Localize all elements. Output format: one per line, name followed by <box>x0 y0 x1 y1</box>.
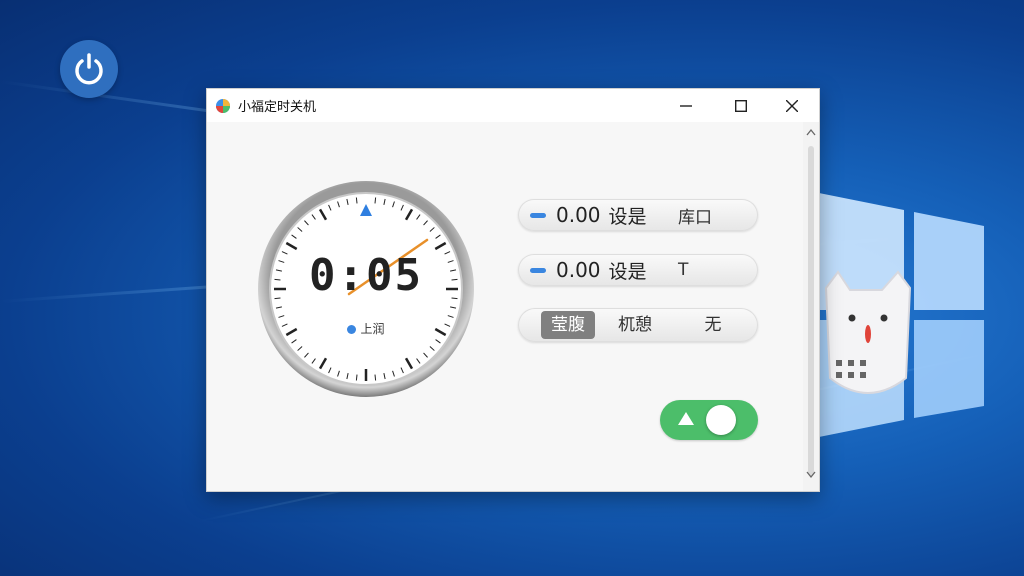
start-toggle-switch[interactable] <box>660 400 758 440</box>
row2-value: 0.00 <box>556 258 601 282</box>
maximize-icon <box>735 99 747 112</box>
clock-tick <box>374 197 377 204</box>
minimize-button[interactable] <box>663 89 709 122</box>
row2-label: 设是 <box>608 260 647 283</box>
maximize-button[interactable] <box>718 89 764 122</box>
close-button[interactable] <box>769 89 815 122</box>
clock-mode: 上润 <box>257 320 475 337</box>
scroll-thumb[interactable] <box>808 146 814 476</box>
row1-indicator-icon <box>530 212 546 218</box>
vertical-scrollbar[interactable] <box>803 122 819 491</box>
power-timer-desktop-icon[interactable] <box>60 40 118 98</box>
row1-label: 设是 <box>608 205 647 228</box>
segment-option-3[interactable]: 无 <box>686 311 740 339</box>
setting-row-2[interactable]: 0.00 设是 T <box>518 254 758 286</box>
app-logo-icon <box>216 98 230 113</box>
window-title: 小福定时关机 <box>238 100 317 115</box>
digital-time: 0:05 <box>309 250 423 301</box>
power-icon <box>75 53 103 85</box>
close-icon <box>786 99 798 112</box>
row1-value: 0.00 <box>556 203 601 227</box>
segment-option-1[interactable]: 莹腹 <box>541 311 595 339</box>
clock-tick <box>355 374 358 381</box>
scroll-down-icon[interactable] <box>803 467 819 483</box>
segment-option-2[interactable]: 杌憩 <box>608 311 662 339</box>
play-up-icon <box>678 412 694 425</box>
clock-dial: 0:05 上润 <box>257 180 475 398</box>
toggle-knob <box>706 405 736 435</box>
app-window: 小福定时关机 0:05 上润 0.00 设是 库口 0.00 设是 T 莹腹 杌… <box>206 88 820 492</box>
row2-indicator-icon <box>530 267 546 273</box>
clock-mode-label: 上润 <box>360 322 385 336</box>
row1-option[interactable]: 库口 <box>678 203 712 228</box>
main-panel: 0:05 上润 0.00 设是 库口 0.00 设是 T 莹腹 杌憩 无 <box>207 122 803 491</box>
row2-option[interactable]: T <box>678 260 688 280</box>
minimize-icon <box>680 104 692 107</box>
mode-segmented-control: 莹腹 杌憩 无 <box>518 308 758 342</box>
clock-tick <box>374 374 377 381</box>
mode-dot-icon <box>347 325 357 334</box>
scroll-up-icon[interactable] <box>803 124 819 140</box>
clock-tick <box>355 197 358 204</box>
mascot-icon <box>824 270 912 394</box>
setting-row-1[interactable]: 0.00 设是 库口 <box>518 199 758 231</box>
title-bar[interactable]: 小福定时关机 <box>207 89 819 122</box>
